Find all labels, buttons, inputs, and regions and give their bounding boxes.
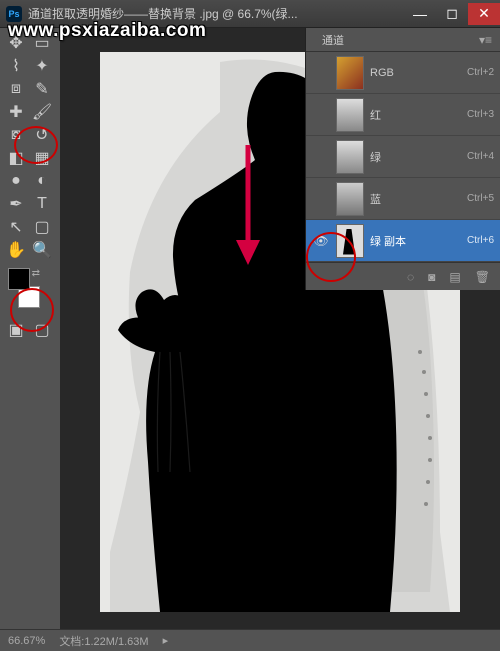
new-channel-icon[interactable]: ▤ xyxy=(449,270,460,284)
watermark-text: www.psxiazaiba.com xyxy=(8,20,206,42)
channel-name: RGB xyxy=(370,67,467,79)
visibility-icon[interactable]: 👁 xyxy=(312,234,330,248)
eraser-tool-icon[interactable]: ◧ xyxy=(4,147,28,169)
pen-tool-icon[interactable]: ✒ xyxy=(4,193,28,215)
channel-shortcut: Ctrl+6 xyxy=(467,235,494,246)
channels-panel: 通道 ▾≡ RGBCtrl+2红Ctrl+3绿Ctrl+4蓝Ctrl+5👁绿 副… xyxy=(305,28,500,290)
status-chevron-icon[interactable]: ▸ xyxy=(163,634,169,647)
foreground-color[interactable] xyxy=(8,268,30,290)
type-tool-icon[interactable]: T xyxy=(30,193,54,215)
channel-shortcut: Ctrl+5 xyxy=(467,193,494,204)
zoom-tool-icon[interactable]: 🔍 xyxy=(30,239,54,261)
channel-row[interactable]: 蓝Ctrl+5 xyxy=(306,178,500,220)
panel-menu-icon[interactable]: ▾≡ xyxy=(479,33,492,47)
history-tool-icon[interactable]: ↺ xyxy=(30,124,54,146)
stamp-tool-icon[interactable]: ⧇ xyxy=(4,124,28,146)
channels-footer: ◌ ◙ ▤ 🗑 xyxy=(306,262,500,290)
channel-row[interactable]: 👁 绿 副本Ctrl+6 xyxy=(306,220,500,262)
channel-name: 绿 xyxy=(370,149,467,165)
save-selection-icon[interactable]: ◙ xyxy=(428,270,435,284)
doc-size: 文档:1.22M/1.63M xyxy=(59,633,148,649)
screenmode-icon[interactable]: ▢ xyxy=(30,319,54,341)
channels-tab[interactable]: 通道 xyxy=(314,30,352,50)
channel-thumb xyxy=(336,98,364,132)
path-tool-icon[interactable]: ↖ xyxy=(4,216,28,238)
tools-panel: ✥▭ ⌇✦ ⧈✎ ✚🖌 ⧇↺ ◧▦ ●◐ ✒T ↖▢ ✋🔍 ⇄ ▣▢ xyxy=(0,28,60,629)
minimize-button[interactable]: — xyxy=(404,3,436,25)
channel-thumb xyxy=(336,56,364,90)
crop-tool-icon[interactable]: ⧈ xyxy=(4,78,28,100)
lasso-tool-icon[interactable]: ⌇ xyxy=(4,55,28,77)
color-swatches[interactable]: ⇄ xyxy=(8,268,48,308)
channel-name: 蓝 xyxy=(370,191,467,207)
maximize-button[interactable]: ◻ xyxy=(436,3,468,25)
channel-shortcut: Ctrl+4 xyxy=(467,151,494,162)
load-selection-icon[interactable]: ◌ xyxy=(407,270,414,284)
channel-row[interactable]: 绿Ctrl+4 xyxy=(306,136,500,178)
hand-tool-icon[interactable]: ✋ xyxy=(4,239,28,261)
gradient-tool-icon[interactable]: ▦ xyxy=(30,147,54,169)
quickmask-icon[interactable]: ▣ xyxy=(4,319,28,341)
shape-tool-icon[interactable]: ▢ xyxy=(30,216,54,238)
brush-tool-icon[interactable]: 🖌 xyxy=(30,101,54,123)
channel-name: 红 xyxy=(370,107,467,123)
heal-tool-icon[interactable]: ✚ xyxy=(4,101,28,123)
channel-thumb xyxy=(336,224,364,258)
swap-icon[interactable]: ⇄ xyxy=(32,268,40,279)
wand-tool-icon[interactable]: ✦ xyxy=(30,55,54,77)
channel-row[interactable]: RGBCtrl+2 xyxy=(306,52,500,94)
close-button[interactable]: ✕ xyxy=(468,3,500,25)
channel-shortcut: Ctrl+2 xyxy=(467,67,494,78)
delete-channel-icon[interactable]: 🗑 xyxy=(475,270,490,284)
channel-shortcut: Ctrl+3 xyxy=(467,109,494,120)
zoom-level[interactable]: 66.67% xyxy=(8,635,45,647)
status-bar: 66.67% 文档:1.22M/1.63M ▸ xyxy=(0,629,500,651)
channels-list: RGBCtrl+2红Ctrl+3绿Ctrl+4蓝Ctrl+5👁绿 副本Ctrl+… xyxy=(306,52,500,262)
dodge-tool-icon[interactable]: ◐ xyxy=(30,170,54,192)
channel-thumb xyxy=(336,140,364,174)
eyedropper-tool-icon[interactable]: ✎ xyxy=(30,78,54,100)
channel-name: 绿 副本 xyxy=(370,233,467,249)
channel-thumb xyxy=(336,182,364,216)
blur-tool-icon[interactable]: ● xyxy=(4,170,28,192)
channel-row[interactable]: 红Ctrl+3 xyxy=(306,94,500,136)
